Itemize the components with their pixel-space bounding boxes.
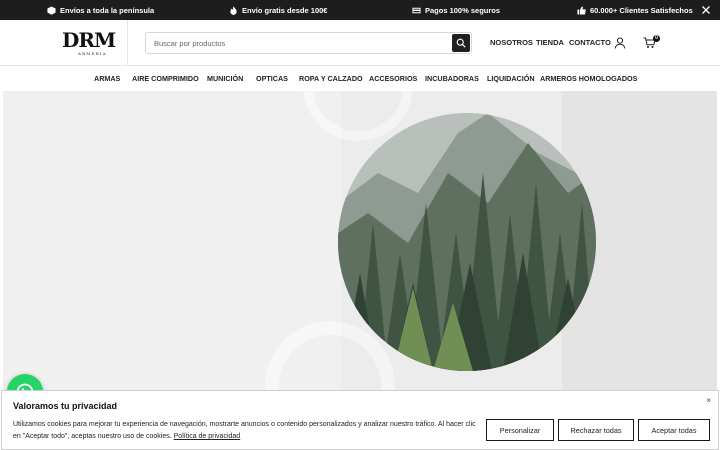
user-icon[interactable] [614, 37, 626, 49]
privacy-policy-link[interactable]: Política de privacidad [174, 433, 241, 440]
forest-image [338, 113, 596, 371]
cart-count-badge: 0 [653, 35, 660, 42]
site-header: DRM ARMERIA NOSOTROS TIENDA CONTACTO 0 [0, 20, 720, 66]
logo-mark: DRM [62, 28, 116, 52]
category-accesorios[interactable]: ACCESORIOS [369, 74, 417, 83]
announcement-secure-payments: Pagos 100% seguros [412, 0, 500, 20]
category-incubadoras[interactable]: INCUBADORAS [425, 74, 479, 83]
category-ropa-y-calzado[interactable]: ROPA Y CALZADO [299, 74, 363, 83]
announcement-customers: 60.000+ Clientes Satisfechos [577, 0, 693, 20]
card-icon [412, 7, 421, 13]
header-divider [127, 20, 128, 66]
hero-banner [3, 91, 717, 390]
fire-icon [230, 5, 237, 15]
nav-contacto[interactable]: CONTACTO [569, 38, 611, 47]
announcement-shipping: Envíos a toda la península [47, 0, 154, 20]
box-icon [47, 5, 56, 15]
category-armeros-homologados[interactable]: ARMEROS HOMOLOGADOS [540, 74, 637, 83]
logo-subtext: ARMERIA [78, 51, 107, 56]
cookie-description: Utilizamos cookies para mejorar tu exper… [13, 421, 476, 440]
cookie-title: Valoramos tu privacidad [13, 401, 118, 411]
category-liquidacion[interactable]: LIQUIDACIÓN [487, 74, 535, 83]
site-logo[interactable]: DRM ARMERIA [62, 30, 120, 58]
announcement-label: 60.000+ Clientes Satisfechos [590, 5, 693, 15]
announcement-label: Envío gratis desde 100€ [242, 5, 328, 15]
search-button[interactable] [452, 34, 470, 52]
announcement-label: Envíos a toda la península [60, 5, 155, 15]
thumbs-up-icon [577, 5, 586, 15]
cookie-banner: Valoramos tu privacidad Utilizamos cooki… [1, 390, 719, 450]
search-bar [145, 32, 472, 54]
close-icon[interactable] [700, 4, 712, 16]
category-nav: ARMAS AIRE COMPRIMIDO MUNICIÓN OPTICAS R… [0, 66, 720, 91]
accept-all-button[interactable]: Aceptar todas [638, 419, 710, 441]
cookie-close-button[interactable]: × [706, 396, 711, 405]
nav-nosotros[interactable]: NOSOTROS [490, 38, 533, 47]
nav-tienda[interactable]: TIENDA [536, 38, 564, 47]
search-icon [456, 38, 466, 48]
cookie-text: Utilizamos cookies para mejorar tu exper… [13, 419, 483, 443]
category-aire-comprimido[interactable]: AIRE COMPRIMIDO [132, 74, 199, 83]
announcement-free-shipping: Envío gratis desde 100€ [229, 0, 327, 20]
category-opticas[interactable]: OPTICAS [256, 74, 288, 83]
search-input[interactable] [146, 33, 446, 54]
reject-all-button[interactable]: Rechazar todas [558, 419, 634, 441]
announcement-bar: Envíos a toda la península Envío gratis … [0, 0, 720, 20]
customize-button[interactable]: Personalizar [486, 419, 554, 441]
category-armas[interactable]: ARMAS [94, 74, 120, 83]
announcement-label: Pagos 100% seguros [425, 5, 501, 15]
forest-illustration [338, 113, 596, 371]
category-municion[interactable]: MUNICIÓN [207, 74, 243, 83]
